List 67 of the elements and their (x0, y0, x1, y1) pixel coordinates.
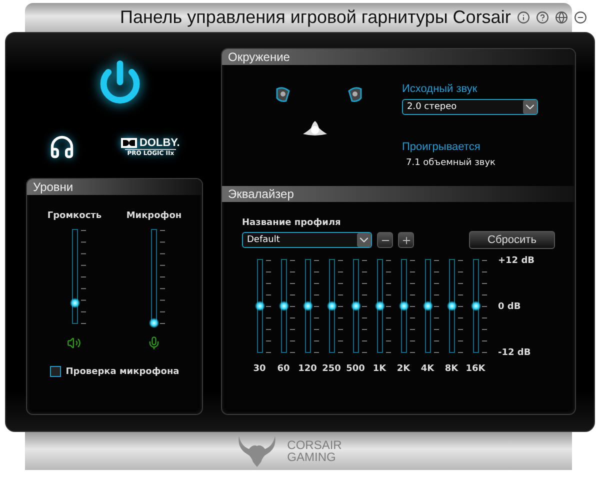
speaker-icon[interactable] (274, 86, 292, 104)
slider-track[interactable] (257, 259, 263, 353)
headphones-icon[interactable] (49, 134, 76, 160)
slider-track[interactable] (449, 259, 455, 353)
power-button[interactable] (98, 60, 142, 104)
field-label: Проигрывается (402, 141, 482, 153)
panel-title: Окружение (222, 49, 575, 65)
field-label: Исходный звук (402, 83, 478, 95)
double-d-icon (121, 138, 138, 148)
slider-thumb[interactable] (399, 301, 409, 311)
slider-thumb[interactable] (279, 301, 289, 311)
band-label: 1K (372, 364, 386, 374)
slider-thumb[interactable] (423, 301, 433, 311)
speaker-icon[interactable] (346, 86, 364, 104)
band-label: 4K (420, 364, 434, 374)
slider-label: Громкость (47, 211, 102, 221)
slider-track[interactable] (425, 259, 431, 353)
panel-title: Эквалайзер (222, 186, 575, 202)
plus-icon (400, 234, 412, 246)
logo-text: DOLBY. (139, 137, 180, 149)
slider-thumb[interactable] (471, 301, 481, 311)
scale-label: +12 dB (498, 256, 535, 266)
window-title: Панель управления игровой гарнитуры Corsair (120, 7, 511, 28)
slider-track[interactable] (401, 259, 407, 353)
reset-button[interactable]: Сбросить (469, 231, 555, 249)
slider-track[interactable] (353, 259, 359, 353)
help-icon[interactable] (536, 11, 549, 24)
scale-label: -12 dB (498, 348, 532, 358)
slider-track[interactable] (377, 259, 383, 353)
slider-track[interactable] (305, 259, 311, 353)
band-label: 8K (444, 364, 458, 374)
band-label: 2K (396, 364, 410, 374)
checkbox-label: Проверка микрофона (66, 366, 180, 376)
slider-thumb[interactable] (447, 301, 457, 311)
slider-thumb[interactable] (149, 318, 160, 328)
band-label: 500 (346, 364, 365, 374)
slider-track[interactable] (329, 259, 335, 353)
globe-icon[interactable] (554, 11, 568, 24)
profile-dropdown[interactable]: Default (242, 232, 372, 248)
slider-thumb[interactable] (255, 301, 265, 311)
slider-thumb[interactable] (327, 301, 337, 311)
brand-text: CORSAIR (287, 439, 342, 451)
playing-value: 7.1 объемный звук (406, 158, 496, 168)
slider-thumb[interactable] (375, 301, 385, 311)
slider-track[interactable] (281, 259, 287, 353)
band-label: 120 (298, 364, 317, 374)
slider-thumb[interactable] (70, 298, 80, 308)
slider-thumb[interactable] (303, 301, 313, 311)
field-label: Название профиля (242, 218, 342, 228)
add-button[interactable] (398, 232, 414, 248)
band-label: 16K (466, 364, 486, 374)
slider-thumb[interactable] (351, 301, 361, 311)
band-label: 250 (322, 364, 341, 374)
brand-subtext: GAMING (287, 451, 337, 463)
slider-track[interactable] (72, 229, 78, 324)
remove-button[interactable] (377, 232, 393, 248)
scale-label: 0 dB (498, 302, 522, 312)
slider-label: Микрофон (126, 211, 182, 221)
microphone-icon[interactable] (146, 336, 161, 350)
panel-title: Уровни (27, 179, 202, 195)
band-label: 30 (253, 364, 266, 374)
info-icon[interactable] (516, 11, 530, 24)
minimize-icon[interactable] (574, 11, 587, 24)
checkbox[interactable] (50, 366, 61, 377)
slider-track[interactable] (473, 259, 479, 353)
source-dropdown[interactable]: 2.0 стерео (402, 99, 538, 115)
band-label: 60 (277, 364, 290, 374)
